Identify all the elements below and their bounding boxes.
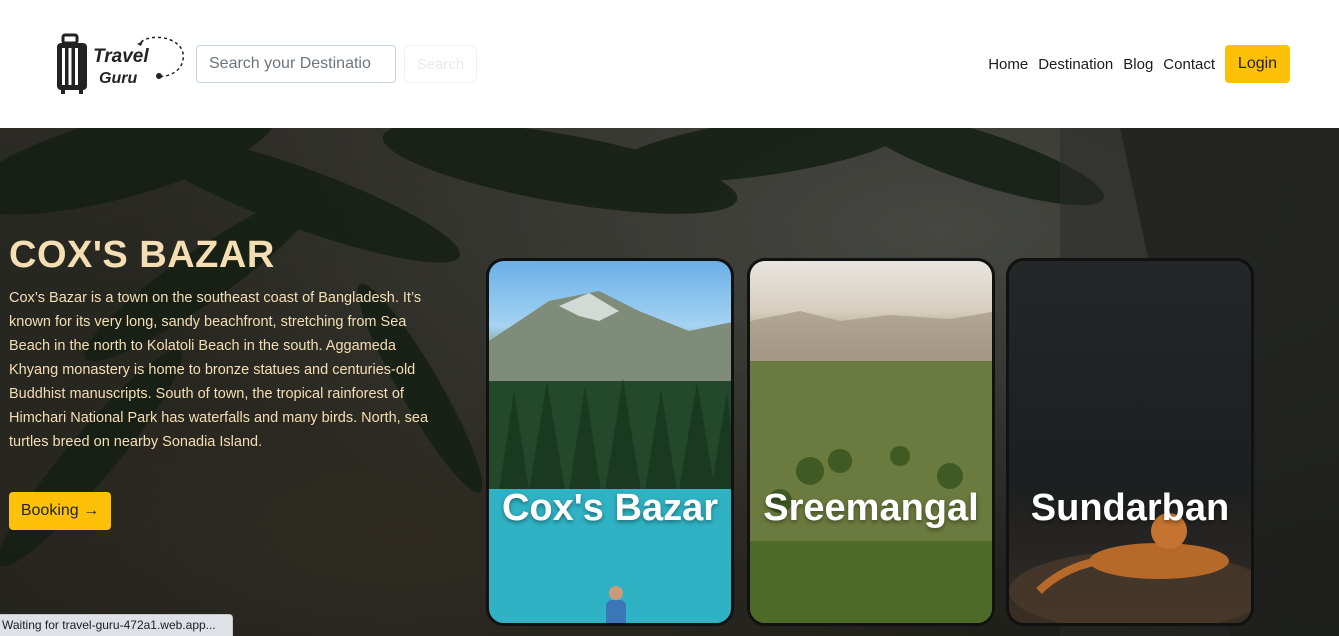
tea-garden-image (750, 311, 992, 623)
nav-contact[interactable]: Contact (1163, 56, 1215, 73)
destination-card-sundarban[interactable]: Sundarban (1006, 258, 1254, 626)
brand-name-line2: Guru (99, 70, 138, 87)
brand-name-line1: Travel (93, 46, 149, 67)
brand-logo[interactable]: Travel Guru (55, 32, 187, 96)
mountain-lake-image (489, 291, 731, 623)
search-button[interactable]: Search (404, 45, 477, 83)
booking-button[interactable]: Booking → (9, 492, 111, 530)
nav-home[interactable]: Home (988, 56, 1028, 73)
nav-destination[interactable]: Destination (1038, 56, 1113, 73)
browser-status-bar: Waiting for travel-guru-472a1.web.app... (0, 614, 233, 636)
nav-blog[interactable]: Blog (1123, 56, 1153, 73)
destination-card-coxs-bazar[interactable]: Cox's Bazar (486, 258, 734, 626)
card-label: Sreemangal (763, 487, 979, 529)
main-nav: Home Destination Blog Contact (988, 56, 1215, 73)
hero-section: COX'S BAZAR Cox’s Bazar is a town on the… (0, 128, 1339, 636)
hero-description: Cox’s Bazar is a town on the southeast c… (9, 290, 429, 450)
search-input[interactable] (196, 45, 396, 83)
login-button[interactable]: Login (1225, 45, 1290, 83)
tiger-image (1009, 513, 1251, 623)
site-header: Travel Guru Search Home Destination Blog… (0, 0, 1339, 128)
destination-card-sreemangal[interactable]: Sreemangal (747, 258, 995, 626)
card-label: Sundarban (1030, 487, 1230, 529)
hero-title: COX'S BAZAR (9, 234, 275, 276)
card-label: Cox's Bazar (501, 487, 718, 529)
